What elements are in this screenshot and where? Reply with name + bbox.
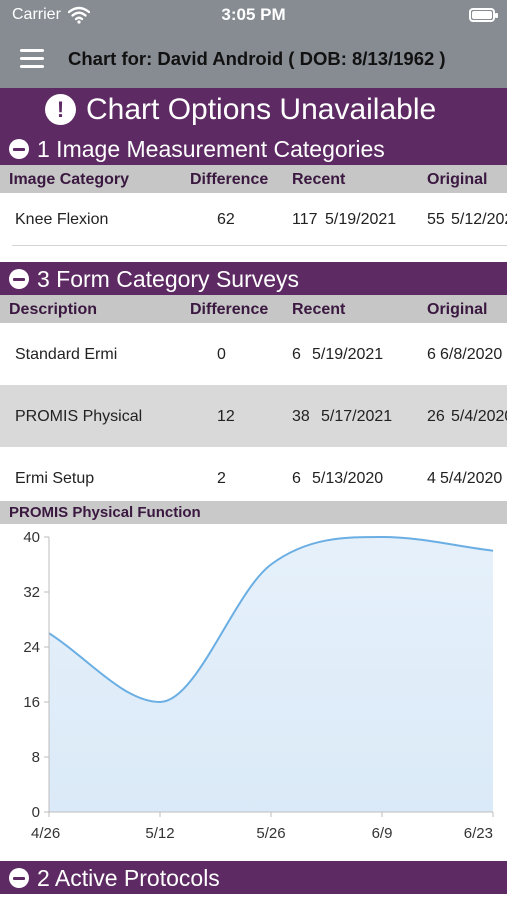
chart-data-point: [48, 632, 51, 635]
battery-icon: [469, 8, 498, 22]
row-original-value: 4: [427, 470, 436, 487]
chart-data-point: [381, 536, 384, 539]
chart-x-tick-label: 5/26: [256, 825, 285, 842]
section-title: 2 Active Protocols: [37, 865, 220, 891]
chart-y-tick-label: 24: [23, 639, 40, 656]
section-title: 1 Image Measurement Categories: [37, 136, 385, 162]
row-difference: 12: [217, 408, 235, 425]
chart-x-tick-label: 4/26: [31, 825, 60, 842]
chart-data-point: [492, 549, 495, 552]
row-difference: 0: [217, 346, 226, 363]
hamburger-menu-icon[interactable]: [20, 49, 44, 71]
column-header-difference: Difference: [190, 301, 269, 318]
row-recent-date: 5/19/2021: [325, 211, 397, 228]
section-title: 3 Form Category Surveys: [37, 266, 300, 292]
chart-x-tick-label: 5/12: [145, 825, 174, 842]
collapse-minus-icon[interactable]: [9, 139, 29, 159]
form-surveys-column-header: Description Difference Recent Original: [0, 295, 507, 323]
column-header-recent: Recent: [292, 171, 346, 188]
chart-area-fill: [49, 537, 493, 812]
row-original-value: 6: [427, 346, 436, 363]
chart-title-bar: PROMIS Physical Function: [0, 501, 507, 524]
chart-x-tick-label: 6/23: [464, 825, 493, 842]
row-recent-value: 38: [292, 408, 310, 425]
banner-text: Chart Options Unavailable: [86, 93, 437, 126]
exclamation-circle-icon: !: [45, 94, 76, 125]
row-difference: 62: [217, 211, 235, 228]
row-name: PROMIS Physical: [15, 408, 143, 425]
row-original-value: 55: [427, 211, 445, 228]
table-row[interactable]: Ermi Setup 2 6 5/13/2020 4 5/4/2020: [0, 447, 507, 501]
row-original-value: 26: [427, 408, 445, 425]
column-header-original: Original: [427, 171, 488, 188]
chart-y-tick-label: 32: [23, 584, 40, 601]
row-recent-value: 117: [292, 211, 318, 228]
clock: 3:05 PM: [221, 5, 286, 24]
chart-title: PROMIS Physical Function: [9, 504, 201, 521]
row-recent-date: 5/13/2020: [312, 470, 384, 487]
column-header-description: Description: [9, 301, 98, 318]
row-recent-value: 6: [292, 470, 301, 487]
image-measurements-column-header: Image Category Difference Recent Origina…: [0, 165, 507, 193]
row-original-date: 5/12/2021: [451, 211, 507, 228]
collapse-minus-icon[interactable]: [9, 868, 29, 888]
section-image-measurements[interactable]: 1 Image Measurement Categories: [0, 132, 507, 165]
table-row[interactable]: PROMIS Physical 12 38 5/17/2021 26 5/4/2…: [0, 385, 507, 447]
page-title: Chart for: David Android ( DOB: 8/13/196…: [68, 48, 446, 69]
row-name: Standard Ermi: [15, 346, 118, 363]
chart-options-banner: ! Chart Options Unavailable: [0, 88, 507, 132]
row-name: Knee Flexion: [15, 211, 109, 228]
promis-physical-function-chart: 0 8 16 24 32 40 4/26 5/12 5/26 6/9 6/23: [23, 529, 495, 842]
chart-y-tick-label: 8: [32, 749, 40, 766]
chart-x-tick-label: 6/9: [372, 825, 393, 842]
collapse-minus-icon[interactable]: [9, 269, 29, 289]
row-original-date: 5/4/2020: [451, 408, 507, 425]
status-bar: Carrier 3:05 PM: [0, 0, 507, 34]
chart-y-tick-label: 40: [23, 529, 40, 546]
nav-bar: Chart for: David Android ( DOB: 8/13/196…: [0, 34, 507, 88]
chart-y-tick-label: 0: [32, 804, 40, 821]
table-row[interactable]: Standard Ermi 0 6 5/19/2021 6 6/8/2020: [0, 323, 507, 385]
chart-data-point: [270, 563, 273, 566]
row-recent-value: 6: [292, 346, 301, 363]
row-recent-date: 5/19/2021: [312, 346, 384, 363]
section-active-protocols[interactable]: 2 Active Protocols: [0, 861, 507, 894]
row-recent-date: 5/17/2021: [321, 408, 393, 425]
row-original-date: 6/8/2020: [440, 346, 503, 363]
chart-y-tick-label: 16: [23, 694, 40, 711]
column-header-category: Image Category: [9, 171, 130, 188]
table-row[interactable]: Knee Flexion 62 117 5/19/2021 55 5/12/20…: [0, 193, 507, 245]
column-header-original: Original: [427, 301, 488, 318]
divider: [12, 245, 507, 246]
row-original-date: 5/4/2020: [440, 470, 503, 487]
chart-data-point: [159, 701, 162, 704]
column-header-difference: Difference: [190, 171, 269, 188]
column-header-recent: Recent: [292, 301, 346, 318]
row-name: Ermi Setup: [15, 470, 95, 487]
section-form-surveys[interactable]: 3 Form Category Surveys: [0, 262, 507, 295]
row-difference: 2: [217, 470, 226, 487]
